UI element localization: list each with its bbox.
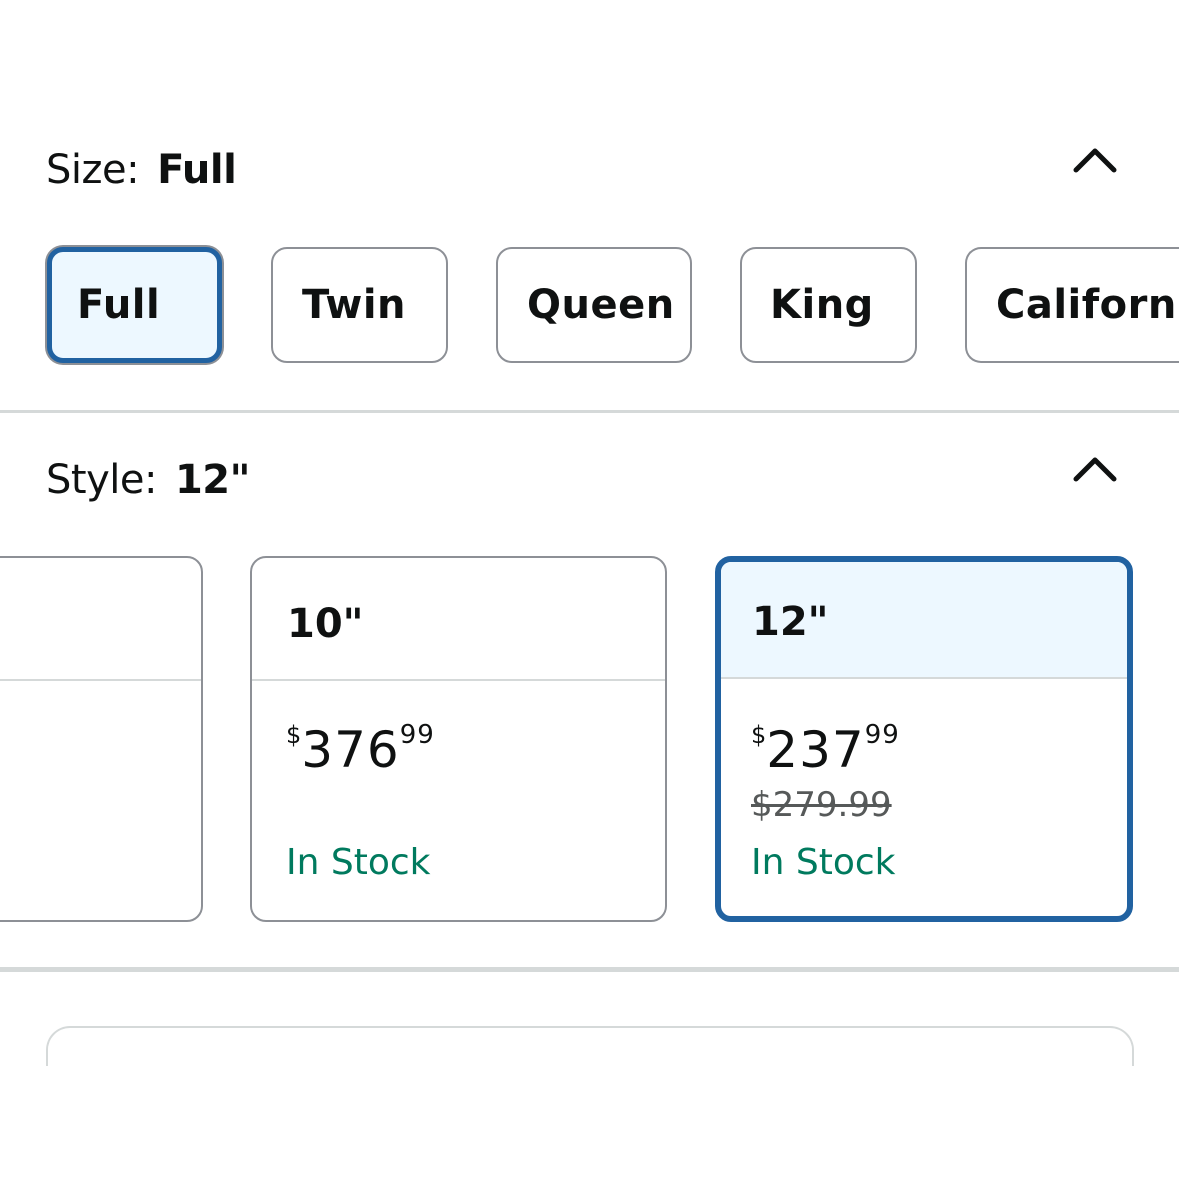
size-selected-value: Full: [157, 147, 237, 193]
section-divider: [0, 410, 1179, 413]
style-option-card[interactable]: [0, 556, 203, 922]
style-card-title: 12": [752, 599, 829, 645]
size-option-label: Full: [77, 282, 161, 328]
chevron-up-icon[interactable]: [1072, 451, 1118, 485]
size-option-queen[interactable]: Queen: [496, 247, 692, 363]
next-section-panel: [46, 1026, 1134, 1066]
price-currency: $: [286, 721, 302, 749]
style-selected-value: 12": [174, 457, 251, 503]
price-fraction: 99: [399, 720, 435, 750]
size-label: Size: Full: [46, 147, 237, 193]
size-option-label: King: [770, 282, 874, 328]
price-whole: 237: [766, 721, 865, 779]
size-option-full[interactable]: Full: [47, 247, 222, 363]
price: $37699: [286, 722, 435, 775]
size-option-california[interactable]: Californi: [965, 247, 1179, 363]
style-card-title: 10": [287, 601, 364, 647]
style-card-header: 10": [252, 558, 665, 681]
availability-status: In Stock: [286, 842, 431, 883]
size-option-label: Californi: [996, 282, 1179, 328]
size-option-label: Twin: [302, 282, 407, 328]
chevron-up-icon[interactable]: [1072, 142, 1118, 176]
section-divider: [0, 967, 1179, 972]
size-label-key: Size:: [46, 147, 140, 193]
style-label: Style: 12": [46, 460, 250, 500]
style-card-header: 12": [721, 562, 1127, 679]
price-whole: 376: [301, 721, 400, 779]
price-fraction: 99: [864, 720, 900, 750]
availability-status: In Stock: [751, 842, 896, 883]
style-card-header: [0, 558, 201, 681]
size-option-label: Queen: [527, 282, 675, 328]
size-option-king[interactable]: King: [740, 247, 917, 363]
price-currency: $: [751, 721, 767, 749]
price: $23799: [751, 722, 900, 775]
list-price: $279.99: [751, 785, 892, 825]
style-label-key: Style:: [46, 457, 157, 503]
size-option-twin[interactable]: Twin: [271, 247, 448, 363]
